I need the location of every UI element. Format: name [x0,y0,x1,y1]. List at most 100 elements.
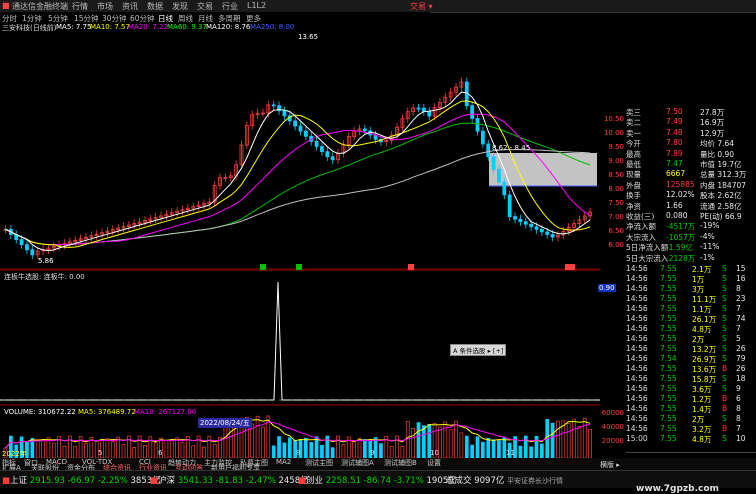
quote-value2: -4% [700,231,715,241]
total-turnover: 总成交 9097亿 平安证券长沙行情 [446,474,563,486]
tick-time: 14:56 [626,384,648,393]
trade-button[interactable]: 交易 ▾ [410,1,433,12]
tick-side: S [722,294,727,303]
quote-value: -1.59亿 [666,243,693,253]
axis-date: 11 [506,449,515,457]
quote-value2: 均价 7.64 [700,139,735,149]
tick-count: 18 [736,374,746,383]
quote-value2: 流通 2.58亿 [700,201,742,211]
tick-price: 7.55 [660,424,677,433]
tick-side: S [722,354,727,363]
indicator-panel[interactable] [0,270,600,406]
tick-price: 7.54 [660,354,677,363]
tick-side: S [722,274,727,283]
tick-side: S [722,434,727,443]
tick-row: 14:56 7.54 26.9万 S 79 [626,354,756,364]
tick-count: 8 [736,284,741,293]
watermark-text: www.7gpzb.com [636,484,719,494]
menu-discover[interactable]: 发现 [172,1,188,12]
quote-row: 5日净流入额 -1.59亿 -11% [626,242,756,253]
axis-tick: 40000 [601,423,624,431]
tick-row: 14:56 7.55 13.6万 B 26 [626,364,756,374]
ma60-value: MA60: 9.37 [167,23,207,31]
tick-row: 14:56 7.55 1.1万 S 7 [626,304,756,314]
quote-panel: 卖三 7.50 27.8万 卖二 7.49 16.9万 卖一 7.48 12.9万 今开 7.80 均… [626,107,756,264]
quote-value: 125885 [666,179,695,189]
quote-label: 最低 [626,160,641,169]
axis-tick: 10.00 [603,129,624,137]
quote-value: 7.80 [666,138,683,148]
menu-industry[interactable]: 行业 [222,1,238,12]
quote-value2: -19% [700,221,720,231]
tick-price: 7.55 [660,264,677,273]
tick-row: 14:56 7.55 1万 S 16 [626,274,756,284]
tick-price: 7.55 [660,274,677,283]
index-summary[interactable]: ■创业 2258.51 -86.74 -3.71% 1905亿 [298,474,457,486]
tick-count: 26 [736,364,746,373]
index-value: 2258.51 [325,476,361,486]
quote-value: 6667 [666,169,686,179]
tick-row: 14:56 7.55 3万 S 8 [626,284,756,294]
volume-value: VOLUME: 310672.22 [4,408,76,416]
period-bar: 分时 1分钟 5分钟 15分钟 30分钟 60分钟 日线 周线 月线 多周期 更… [0,12,430,23]
quote-row: 今开 7.80 均价 7.64 [626,138,756,149]
broker-note: 平安证券长沙行情 [507,477,564,485]
axis-tick: 6.00 [608,241,624,249]
tick-row: 14:56 7.55 3.2万 B 7 [626,424,756,434]
quote-value: 1.66 [666,200,683,210]
tick-side: S [722,414,727,423]
index-summary[interactable]: ■沪深 3541.33 -81.83 -2.47% 2458亿 [150,474,309,486]
quote-label: 大宗流入 [626,232,656,242]
tick-side: S [722,344,727,353]
quote-row: 大宗流入 -1057万 -4% [626,231,756,242]
tick-side: B [722,424,728,433]
tick-list[interactable]: 14:56 7.55 2.1万 S 15 14:56 7.55 1万 S 16 14:56 7.55 3… [626,264,756,444]
high-annotation: 13.65 [298,33,318,41]
tick-price: 7.55 [660,324,677,333]
menu-quote[interactable]: 行情 [72,1,88,12]
ma20-value: MA20: 7.22 [128,23,168,31]
tick-side: S [722,334,727,343]
quote-label: 换手 [626,191,641,201]
quote-row: 卖一 7.48 12.9万 [626,128,756,138]
stock-picker-popup[interactable]: A 条件选股 ▸ [+] [450,344,507,356]
candlestick-chart[interactable]: 13.65 5.86 8.62 - 8.45 [0,33,600,270]
tick-price: 7.55 [660,334,677,343]
tick-side: S [722,384,727,393]
axis-tick: 10.50 [603,115,624,123]
tick-time: 14:56 [626,314,648,323]
tick-time: 15:00 [626,434,648,443]
tick-price: 7.55 [660,374,677,383]
menu-l1l2[interactable]: L1L2 [247,1,266,10]
menu-data[interactable]: 数据 [147,1,163,12]
ma120-value: MA120: 8.76 [206,23,251,31]
tick-side: S [722,324,727,333]
axis-tick: 8.50 [608,171,624,179]
selection-box [489,153,597,186]
tick-side: B [722,404,728,413]
index-label: 沪深 [158,476,176,486]
tick-time: 14:56 [626,404,648,413]
tick-row: 14:56 7.55 2万 S 5 [626,334,756,344]
menu-trade[interactable]: 交易 [197,1,213,12]
index-change: -81.83 [215,476,244,486]
axis-date: 10 [430,449,439,457]
tick-row: 15:00 7.55 4.8万 S 10 [626,434,756,444]
tick-price: 7.55 [660,284,677,293]
tick-row: 14:56 7.55 11.1万 S 23 [626,294,756,304]
menu-market[interactable]: 市场 [97,1,113,12]
tick-time: 14:56 [626,274,648,283]
index-summary[interactable]: ■上证 2915.93 -66.97 -2.25% 3853亿 [2,474,161,486]
low-annotation: 5.86 [38,257,54,265]
horizontal-scroll-button[interactable]: 横版 ▸ [600,460,620,470]
quote-row: 净资 1.66 流通 2.58亿 [626,200,756,211]
tick-count: 8 [736,414,741,423]
index-label: 上证 [10,476,28,486]
quote-label: 最高 [626,149,641,159]
menu-news[interactable]: 资讯 [122,1,138,12]
quote-value: 0.080 [666,211,688,220]
index-pct: -2.25% [97,476,128,486]
tick-side: S [722,284,727,293]
tick-row: 14:56 7.55 3.6万 S 9 [626,384,756,394]
app-title: 通达信金融终端 [12,2,68,11]
